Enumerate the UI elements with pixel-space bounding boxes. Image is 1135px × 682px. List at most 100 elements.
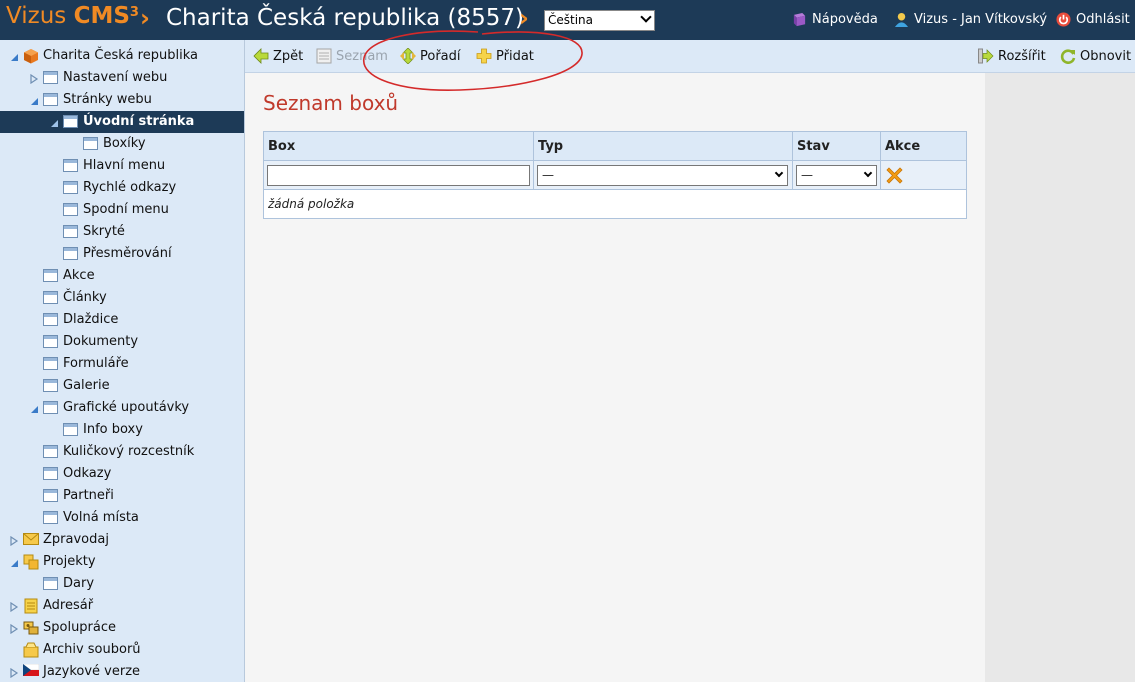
sidebar-item[interactable]: Kuličkový rozcestník	[0, 441, 244, 463]
sidebar-item[interactable]: Rychlé odkazy	[0, 177, 244, 199]
tree-collapsed-arrow-icon[interactable]	[30, 73, 39, 85]
sidebar-item[interactable]: Galerie	[0, 375, 244, 397]
list-button[interactable]: Seznam	[316, 48, 388, 64]
box-list-table: Box Typ Stav Akce — — žádná položka	[263, 131, 968, 219]
language-select[interactable]: Čeština	[544, 10, 655, 31]
empty-row: žádná položka	[263, 189, 967, 219]
column-header-state[interactable]: Stav	[791, 131, 881, 161]
sidebar-item[interactable]: Archiv souborů	[0, 639, 244, 661]
sidebar-item[interactable]: Projekty	[0, 551, 244, 573]
tree-collapsed-arrow-icon[interactable]	[10, 601, 19, 613]
sidebar-item[interactable]: Info boxy	[0, 419, 244, 441]
sidebar-item[interactable]: Přesměrování	[0, 243, 244, 265]
sidebar-item-label: Volná místa	[63, 510, 139, 525]
tree-collapsed-arrow-icon[interactable]	[10, 623, 19, 635]
sidebar-item[interactable]: Dokumenty	[0, 331, 244, 353]
tree-expanded-arrow-icon[interactable]	[50, 117, 58, 127]
sidebar-item-label: Akce	[63, 268, 95, 283]
state-filter-value: —	[800, 167, 813, 182]
column-header-type[interactable]: Typ	[533, 131, 793, 161]
sidebar-item[interactable]: Skryté	[0, 221, 244, 243]
tree-collapsed-arrow-icon[interactable]	[10, 535, 19, 547]
page-icon	[63, 203, 78, 216]
sidebar-item[interactable]: Partneři	[0, 485, 244, 507]
sidebar-item[interactable]: Jazykové verze	[0, 661, 244, 682]
main-content: Seznam boxů Box Typ Stav Akce — — žádná …	[245, 73, 985, 682]
sidebar-item-label: Dary	[63, 576, 95, 591]
page-icon	[43, 511, 58, 524]
filter-cell	[879, 160, 968, 190]
logout-link[interactable]: Odhlásit	[1056, 12, 1130, 27]
filter-cell	[263, 160, 534, 190]
list-label: Seznam	[336, 48, 388, 64]
sidebar-item[interactable]: Akce	[0, 265, 244, 287]
sidebar-item[interactable]: Nastavení webu	[0, 67, 244, 89]
sidebar-item-label: Skryté	[83, 224, 125, 239]
chevron-down-icon	[774, 168, 784, 177]
tree-expanded-arrow-icon[interactable]	[10, 51, 18, 61]
page-icon	[63, 423, 78, 436]
add-label: Přidat	[496, 48, 534, 64]
help-link[interactable]: Nápověda	[792, 12, 878, 27]
sidebar-item[interactable]: Spodní menu	[0, 199, 244, 221]
sidebar-item[interactable]: Grafické upoutávky	[0, 397, 244, 419]
sidebar-item[interactable]: Boxíky	[0, 133, 244, 155]
sidebar-item[interactable]: Stránky webu	[0, 89, 244, 111]
order-arrows-icon	[400, 48, 416, 64]
tree-collapsed-arrow-icon[interactable]	[10, 667, 19, 679]
page-icon	[43, 445, 58, 458]
sidebar-item[interactable]: Charita Česká republika	[0, 45, 244, 67]
site-title[interactable]: Charita Česká republika (8557)	[166, 5, 524, 31]
page-icon	[63, 181, 78, 194]
sidebar-item-label: Stránky webu	[63, 92, 152, 107]
refresh-button[interactable]: Obnovit	[1060, 48, 1131, 64]
sidebar-item-label: Galerie	[63, 378, 110, 393]
power-icon	[1056, 12, 1071, 27]
column-header-actions: Akce	[879, 131, 968, 161]
sidebar-item[interactable]: Dary	[0, 573, 244, 595]
box-filter-input[interactable]	[267, 164, 530, 186]
back-button[interactable]: Zpět	[253, 48, 303, 64]
sidebar-item-label: Přesměrování	[83, 246, 172, 261]
add-button[interactable]: Přidat	[476, 48, 534, 64]
table-header-row: Box Typ Stav Akce	[263, 131, 968, 161]
tree-expanded-arrow-icon[interactable]	[30, 95, 38, 105]
sidebar-item[interactable]: Volná místa	[0, 507, 244, 529]
user-name: Vizus - Jan Vítkovský	[914, 12, 1048, 27]
column-header-box[interactable]: Box	[263, 131, 534, 161]
sidebar-item-label: Články	[63, 290, 107, 305]
sidebar-item-label: Projekty	[43, 554, 96, 569]
clear-filter-icon[interactable]	[886, 166, 903, 184]
sidebar-item[interactable]: Adresář	[0, 595, 244, 617]
sidebar-item[interactable]: Dlaždice	[0, 309, 244, 331]
back-label: Zpět	[273, 48, 304, 64]
state-filter-select[interactable]: —	[795, 164, 877, 186]
brand-sup: 3	[129, 5, 139, 20]
sidebar-item[interactable]: Úvodní stránka	[0, 111, 244, 133]
sidebar-item[interactable]: Články	[0, 287, 244, 309]
arrow-left-icon	[253, 48, 269, 64]
expand-button[interactable]: Rozšířit	[978, 48, 1046, 64]
czech-flag-icon	[22, 663, 40, 680]
sidebar-item-label: Spodní menu	[83, 202, 169, 217]
type-filter-select[interactable]: —	[537, 164, 788, 186]
tree-expanded-arrow-icon[interactable]	[10, 557, 18, 567]
sidebar-item[interactable]: Odkazy	[0, 463, 244, 485]
sidebar-item[interactable]: Zpravodaj	[0, 529, 244, 551]
brand-logo[interactable]: Vizus CMS3	[6, 3, 139, 29]
page-icon	[63, 225, 78, 238]
page-icon	[43, 577, 58, 590]
archive-icon	[23, 642, 39, 662]
page-icon	[43, 71, 58, 84]
page-icon	[63, 159, 78, 172]
sidebar-item-label: Grafické upoutávky	[63, 400, 190, 415]
order-button[interactable]: Pořadí	[400, 48, 461, 64]
sidebar-item[interactable]: Formuláře	[0, 353, 244, 375]
sidebar-item[interactable]: Hlavní menu	[0, 155, 244, 177]
tree-expanded-arrow-icon[interactable]	[30, 403, 38, 413]
sidebar-item-label: Rychlé odkazy	[83, 180, 177, 195]
user-link[interactable]: Vizus - Jan Vítkovský	[894, 12, 1047, 27]
sidebar-item[interactable]: Spolupráce	[0, 617, 244, 639]
expand-label: Rozšířit	[998, 48, 1046, 64]
sidebar-item-label: Zpravodaj	[43, 532, 109, 547]
